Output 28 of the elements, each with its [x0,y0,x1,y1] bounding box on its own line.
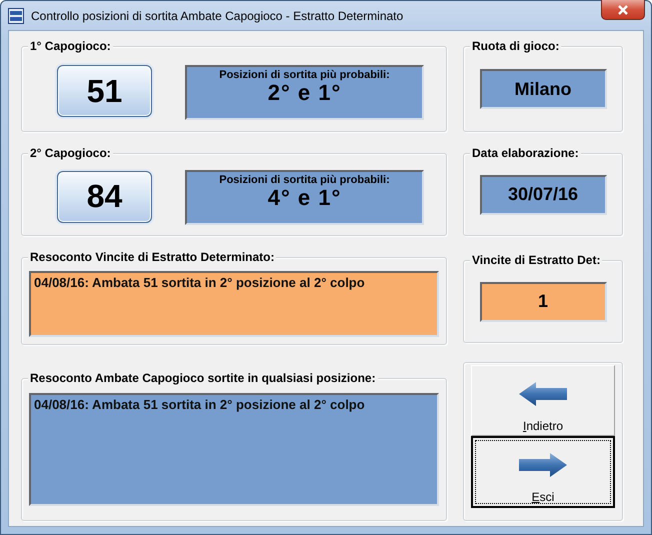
back-button[interactable]: Indietro [471,365,615,436]
date-field: 30/07/16 [480,174,606,214]
group-label: Resoconto Ambate Capogioco sortite in qualsiasi posizione: [30,371,376,385]
positions-value: 2° e 1° [268,80,342,106]
group-label: Ruota di gioco: [472,39,560,53]
group-label: Vincite di Estratto Det: [472,253,600,267]
number-button[interactable]: 84 [57,170,152,222]
report-line: 04/08/16: Ambata 51 sortita in 2° posizione al 2° colpo [34,397,366,412]
group-label: 1° Capogioco: [30,39,111,53]
number-button[interactable]: 51 [57,65,152,117]
close-icon [617,4,629,14]
right-arrow-icon [518,452,568,478]
group-label: Resoconto Vincite di Estratto Determinato: [30,250,274,264]
group-label: Data elaborazione: [472,146,579,160]
app-icon [8,8,24,24]
positions-caption: Posizioni di sortita più probabili: [219,174,390,186]
close-button[interactable] [601,0,645,20]
group-label: 2° Capogioco: [30,146,111,160]
wins-field: 1 [480,282,606,322]
left-arrow-icon [518,381,568,407]
report-text-area[interactable]: 04/08/16: Ambata 51 sortita in 2° posizione al 2° colpo [29,393,439,506]
report-text-area[interactable]: 04/08/16: Ambata 51 sortita in 2° posizione al 2° colpo [29,271,439,337]
exit-button[interactable]: Esci [471,436,615,508]
positions-value: 4° e 1° [268,185,342,211]
positions-caption: Posizioni di sortita più probabili: [219,68,390,80]
window-title: Controllo posizioni di sortita Ambate Capogioco - Estratto Determinato [31,8,404,22]
report-line: 04/08/16: Ambata 51 sortita in 2° posizione al 2° colpo [34,275,366,290]
wheel-field: Milano [480,69,606,109]
